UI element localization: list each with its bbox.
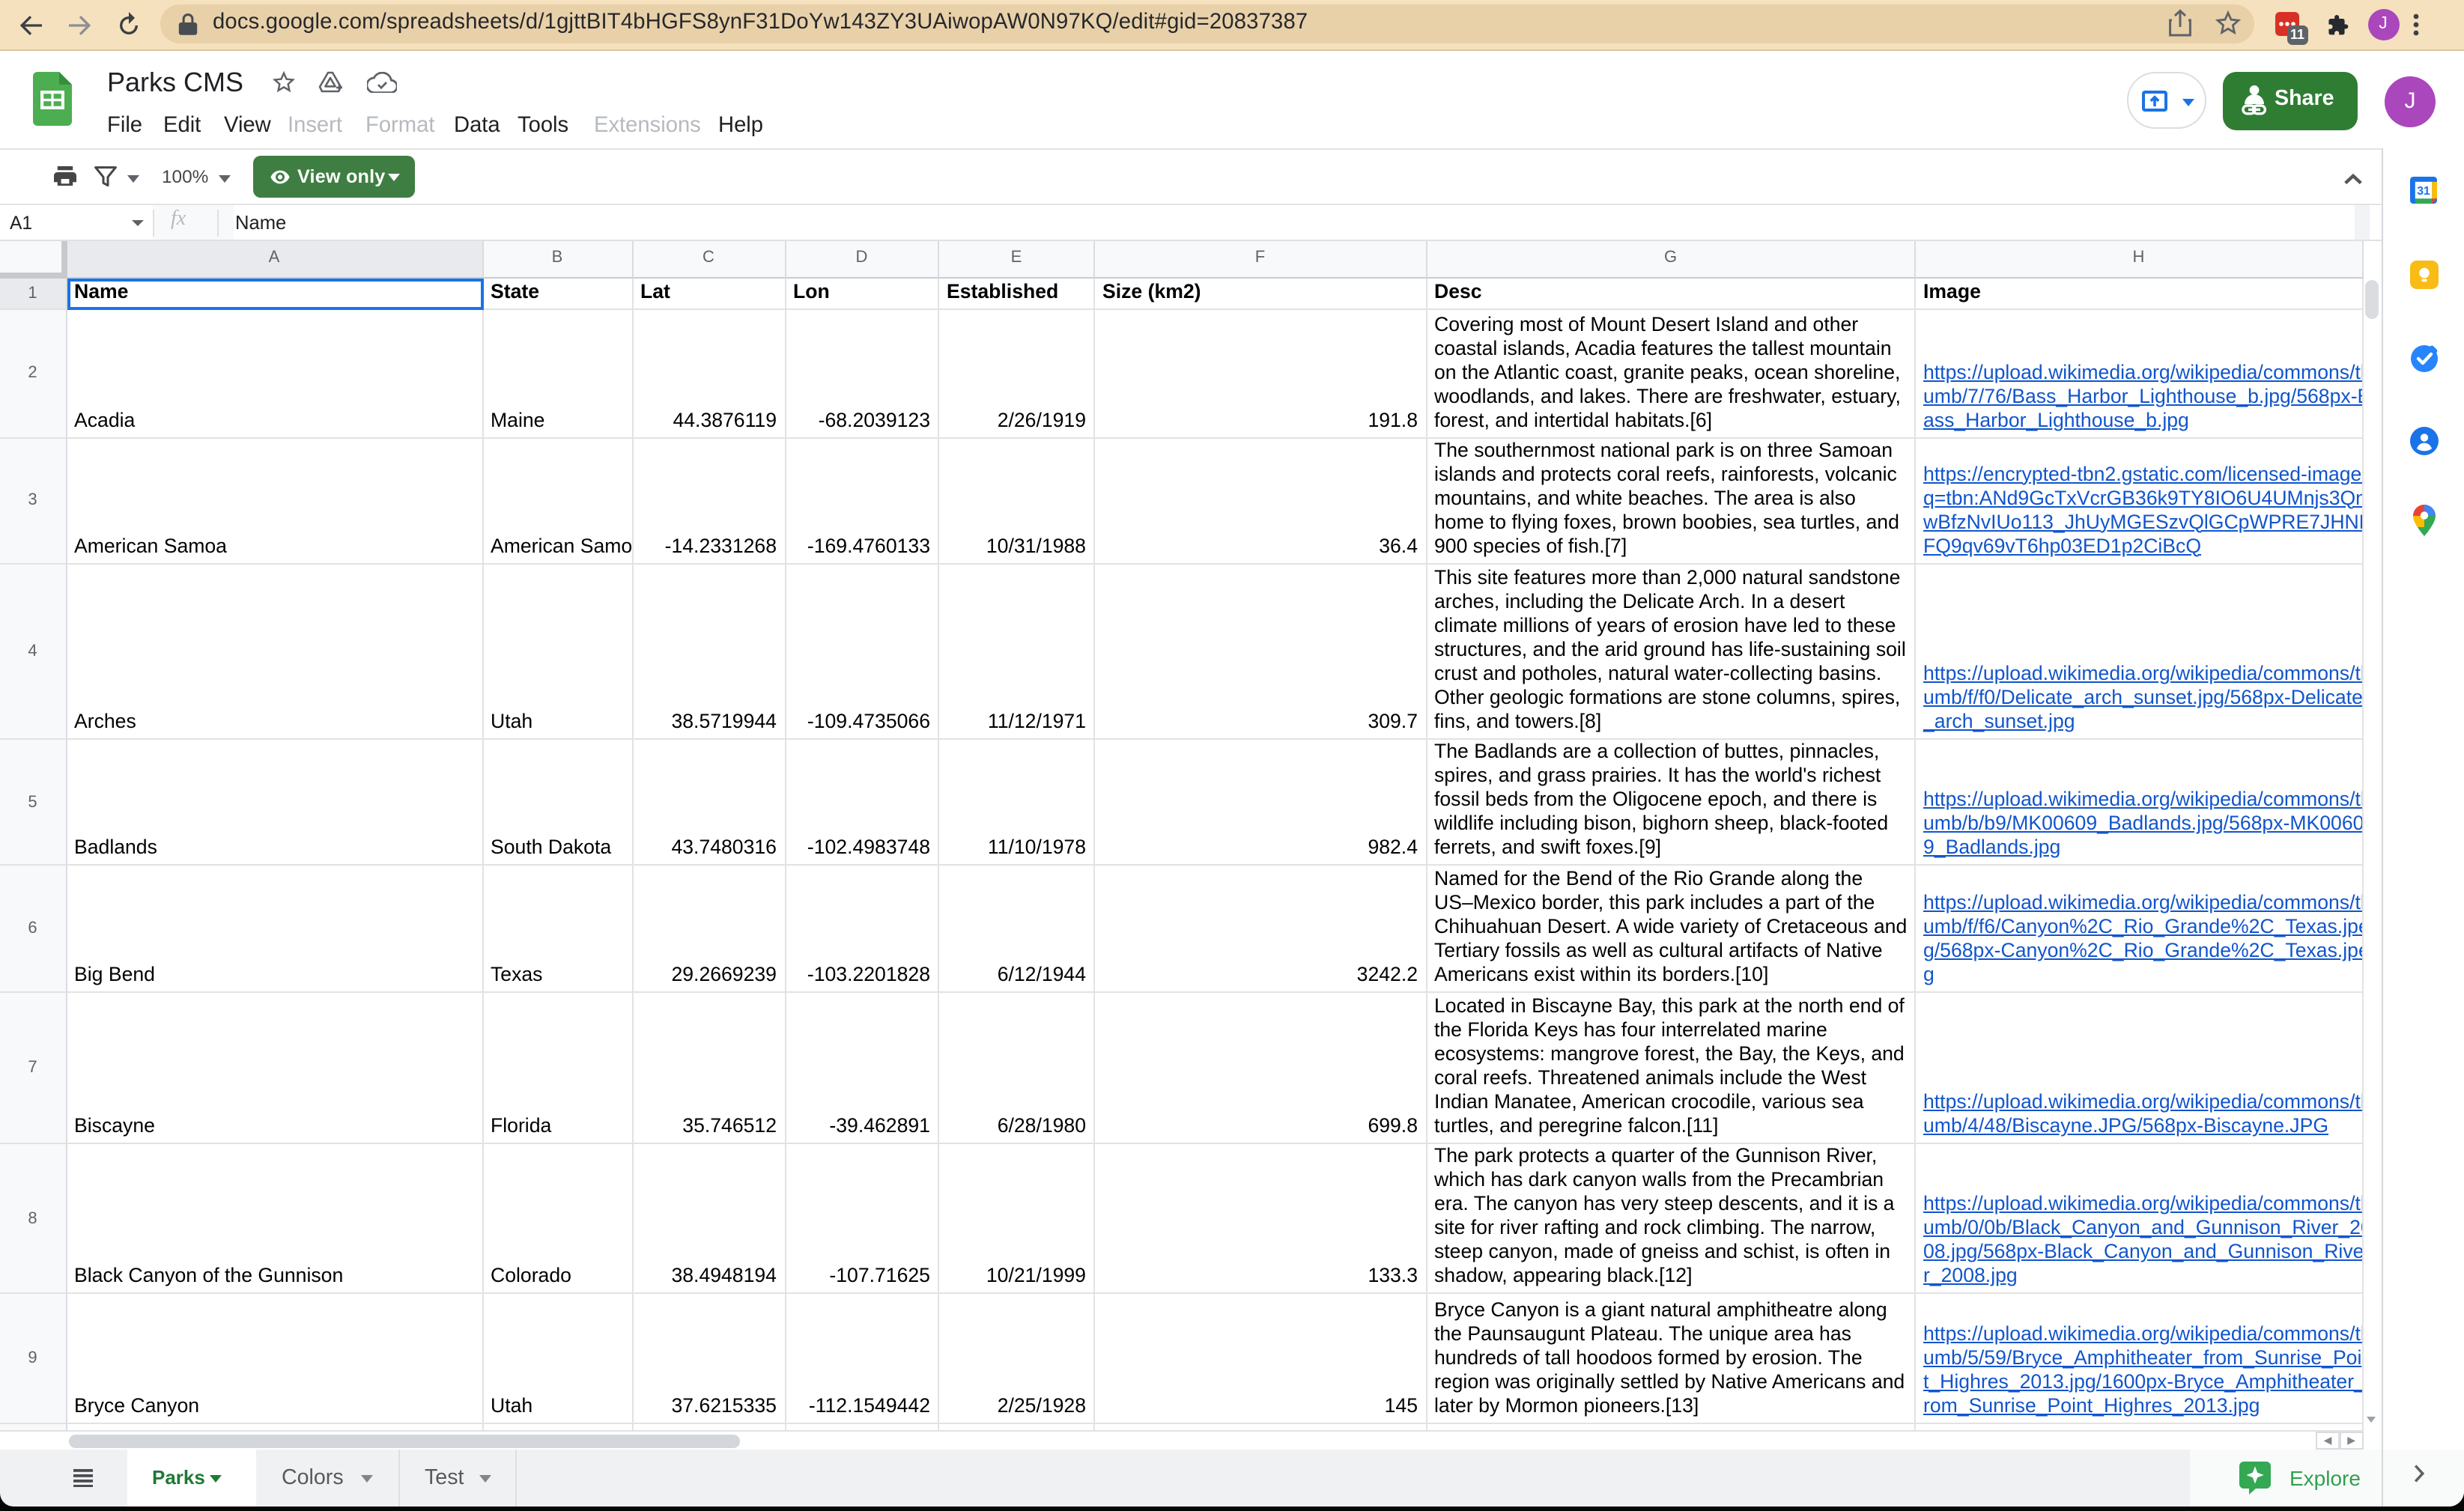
- svg-text:31: 31: [2416, 184, 2430, 197]
